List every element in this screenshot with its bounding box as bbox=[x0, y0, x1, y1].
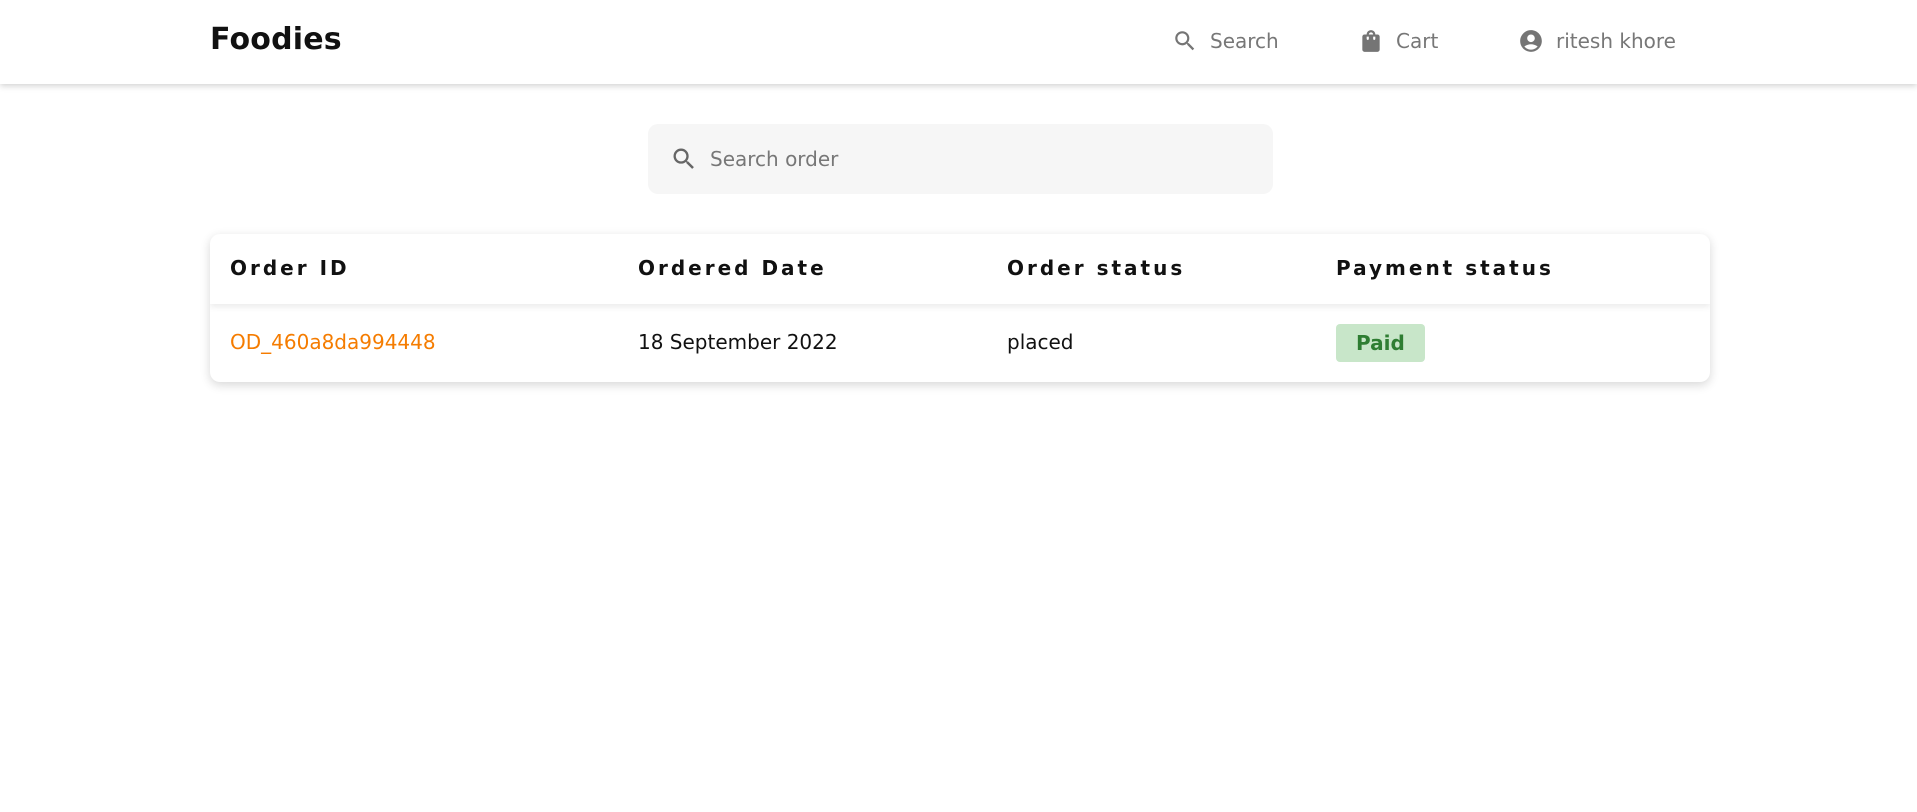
top-navbar: Foodies Search Cart ritesh khore bbox=[0, 0, 1917, 84]
shopping-bag-icon bbox=[1362, 30, 1380, 52]
order-status: placed bbox=[1007, 330, 1074, 354]
nav-search-label: Search bbox=[1210, 29, 1279, 53]
column-header-ordered-date: Ordered Date bbox=[638, 256, 827, 280]
table-header: Order ID Ordered Date Order status Payme… bbox=[210, 234, 1710, 304]
nav-search-button[interactable]: Search bbox=[1172, 26, 1279, 56]
nav-profile-button[interactable]: ritesh khore bbox=[1518, 26, 1676, 56]
orders-table: Order ID Ordered Date Order status Payme… bbox=[210, 234, 1710, 382]
nav-cart-button[interactable]: Cart bbox=[1358, 26, 1438, 56]
nav-cart-label: Cart bbox=[1396, 29, 1439, 53]
column-header-order-id: Order ID bbox=[230, 256, 350, 280]
order-search-box[interactable] bbox=[648, 124, 1273, 194]
nav-user-name: ritesh khore bbox=[1556, 29, 1676, 53]
order-search-input[interactable] bbox=[710, 147, 1230, 171]
column-header-payment-status: Payment status bbox=[1336, 256, 1554, 280]
ordered-date: 18 September 2022 bbox=[638, 330, 838, 354]
search-icon bbox=[673, 148, 694, 169]
column-header-order-status: Order status bbox=[1007, 256, 1186, 280]
table-row: OD_460a8da994448 18 September 2022 place… bbox=[210, 304, 1710, 382]
account-circle-icon bbox=[1520, 30, 1542, 52]
payment-status-badge: Paid bbox=[1336, 324, 1425, 362]
brand-logo[interactable]: Foodies bbox=[210, 22, 342, 57]
search-icon bbox=[1175, 31, 1195, 51]
order-id-link[interactable]: OD_460a8da994448 bbox=[230, 330, 436, 354]
